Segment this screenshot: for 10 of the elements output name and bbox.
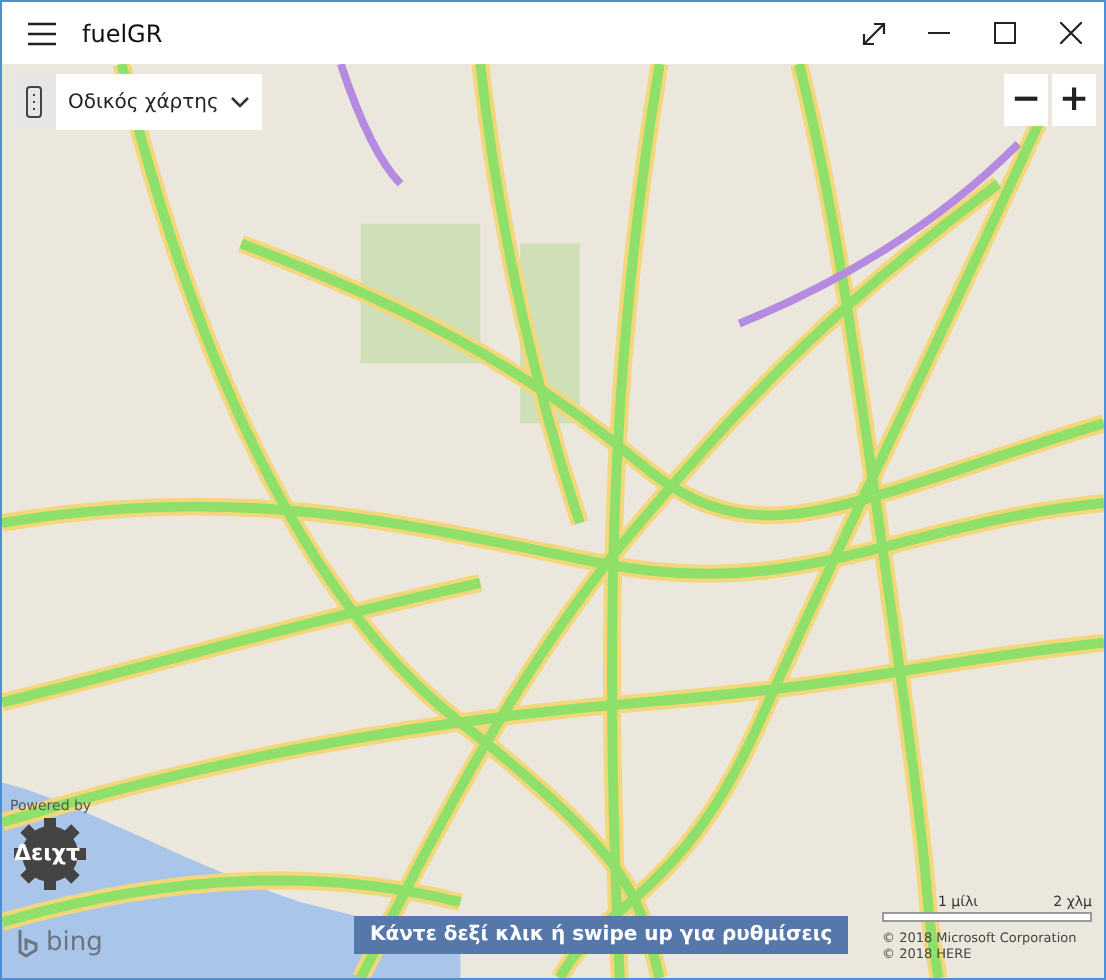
gear-logo: Δειχτ: [10, 814, 90, 894]
zoom-in-button[interactable]: +: [1052, 74, 1096, 126]
hint-banner: Κάντε δεξί κλικ ή swipe up για ρυθμίσεις: [354, 916, 849, 954]
chevron-down-icon: [230, 96, 251, 108]
phone-icon[interactable]: [12, 74, 56, 130]
bing-logo-icon: [18, 929, 38, 957]
bing-text: bing: [46, 928, 103, 958]
window-title: fuelGR: [82, 19, 163, 47]
map-type-dropdown[interactable]: Οδικός χάρτης: [56, 74, 263, 130]
zoom-out-button[interactable]: −: [1004, 74, 1048, 126]
